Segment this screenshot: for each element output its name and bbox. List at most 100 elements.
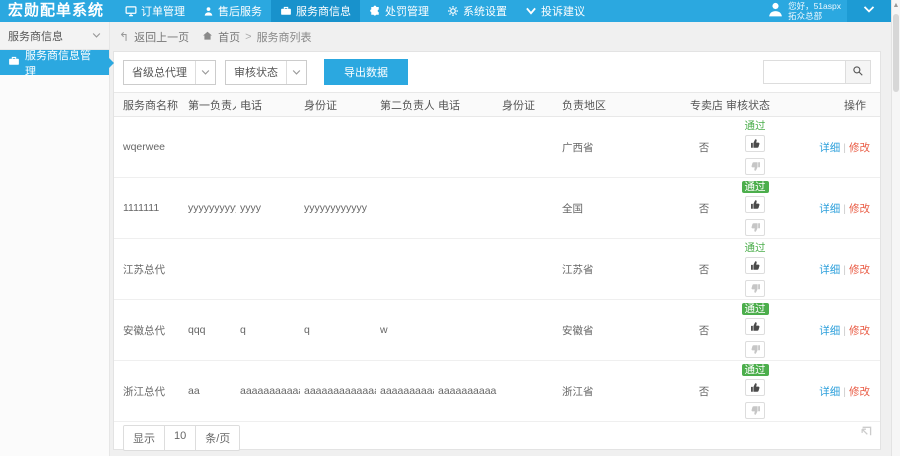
approve-thumb-up-button[interactable] — [745, 134, 765, 152]
export-data-button[interactable]: 导出数据 — [324, 59, 408, 85]
scroll-up-icon[interactable]: ▲ — [892, 0, 900, 12]
first-phone: q — [236, 299, 300, 361]
second-phone — [434, 177, 498, 239]
breadcrumb: ↰ 返回上一页 首页 > 服务商列表 — [110, 22, 891, 51]
reject-thumb-down-button[interactable] — [745, 401, 765, 419]
second-contact: w — [376, 299, 434, 361]
first-idcard — [300, 238, 376, 300]
user-info[interactable]: 您好，51aspx 拓众总部 — [767, 0, 847, 22]
edit-link[interactable]: 修改 — [849, 142, 870, 154]
first-phone — [236, 238, 300, 300]
col-idcard-2: 身份证 — [498, 92, 558, 117]
first-contact — [184, 116, 236, 178]
col-region: 负责地区 — [558, 92, 686, 117]
detail-link[interactable]: 详细 — [819, 203, 840, 215]
second-phone — [434, 116, 498, 178]
col-actions: 操作 — [788, 92, 880, 117]
second-phone — [434, 299, 498, 361]
reject-thumb-down-button[interactable] — [745, 279, 765, 297]
breadcrumb-home[interactable]: 首页 — [218, 29, 240, 45]
search-box — [763, 60, 871, 84]
audit-status-select[interactable]: 审核状态 — [225, 59, 307, 85]
user-greeting: 您好，51aspx — [788, 1, 841, 11]
toolbar: 省级总代理 审核状态 导出数据 — [114, 52, 880, 92]
second-contact: aaaaaaaaaaaaaaaaaaaaaaaaaa — [376, 360, 434, 422]
col-second-contact: 第二负责人 — [376, 92, 434, 117]
col-store: 专卖店 — [686, 92, 722, 117]
reject-thumb-down-button[interactable] — [745, 340, 765, 358]
second-contact — [376, 177, 434, 239]
provider-table: 服务商名称 第一负责人 电话 身份证 第二负责人 电话 身份证 负责地区 专卖店… — [114, 92, 880, 422]
search-icon — [852, 65, 864, 80]
table-row: 江苏总代 江苏省 否 通过 详细 | 修改 — [114, 238, 880, 300]
reject-thumb-down-button[interactable] — [745, 218, 765, 236]
detail-link[interactable]: 详细 — [819, 264, 840, 276]
detail-link[interactable]: 详细 — [819, 325, 840, 337]
thumb-up-icon — [750, 382, 759, 392]
store-flag: 否 — [686, 116, 722, 178]
approve-thumb-up-button[interactable] — [745, 378, 765, 396]
user-org: 拓众总部 — [788, 11, 823, 21]
first-idcard: q — [300, 299, 376, 361]
nav-item-aftersales[interactable]: 售后服务 — [194, 0, 271, 22]
app-window: 宏勋配单系统 订单管理 售后服务 服务商信息 处罚管理 系统设置 投诉建议 您好… — [0, 0, 900, 456]
collapse-corner-icon[interactable] — [857, 424, 872, 442]
return-arrow-icon: ↰ — [119, 29, 130, 44]
approve-thumb-up-button[interactable] — [745, 317, 765, 335]
table-row: 浙江总代 aa aaaaaaaaaa aa aaaaaaaaaa aaaaaaaa … — [114, 360, 880, 422]
thumb-down-icon — [751, 405, 760, 415]
detail-link[interactable]: 详细 — [819, 142, 840, 154]
col-first-contact: 第一负责人 — [184, 92, 236, 117]
user-menu-toggle[interactable] — [847, 0, 891, 22]
thumb-up-icon — [750, 260, 759, 270]
col-phone-2: 电话 — [434, 92, 498, 117]
table-header-row: 服务商名称 第一负责人 电话 身份证 第二负责人 电话 身份证 负责地区 专卖店… — [114, 92, 880, 117]
thumb-up-icon — [750, 138, 759, 148]
store-flag: 否 — [686, 299, 722, 361]
approve-thumb-up-button[interactable] — [745, 195, 765, 213]
scrollbar-thumb[interactable] — [893, 14, 899, 92]
edit-link[interactable]: 修改 — [849, 203, 870, 215]
search-button[interactable] — [845, 60, 871, 84]
edit-link[interactable]: 修改 — [849, 264, 870, 276]
second-contact — [376, 238, 434, 300]
provider-name: 江苏总代 — [114, 238, 184, 300]
back-link[interactable]: ↰ 返回上一页 — [119, 29, 189, 45]
page-size-value[interactable]: 10 — [164, 426, 196, 450]
nav-item-providers[interactable]: 服务商信息 — [271, 0, 360, 22]
first-phone: aaaaaaaaaaaa — [236, 360, 300, 422]
region: 广西省 — [558, 116, 686, 178]
provincial-agent-select[interactable]: 省级总代理 — [123, 59, 216, 85]
second-idcard — [498, 299, 558, 361]
store-flag: 否 — [686, 360, 722, 422]
search-input[interactable] — [763, 60, 845, 84]
puzzle-icon — [369, 5, 381, 17]
store-flag: 否 — [686, 238, 722, 300]
app-logo: 宏勋配单系统 — [8, 2, 105, 19]
first-contact: yyyyyyyyyy — [184, 177, 236, 239]
active-item-arrow — [109, 57, 114, 68]
breadcrumb-separator: > — [245, 30, 252, 43]
avatar-icon — [767, 1, 784, 21]
nav-item-penalty[interactable]: 处罚管理 — [360, 0, 438, 22]
nav-item-feedback[interactable]: 投诉建议 — [516, 0, 594, 22]
region: 浙江省 — [558, 360, 686, 422]
pager-show-label: 显示 — [124, 426, 164, 450]
status-label: 通过 — [741, 180, 769, 193]
thumb-up-icon — [750, 321, 759, 331]
nav-item-settings[interactable]: 系统设置 — [438, 0, 516, 22]
second-idcard — [498, 116, 558, 178]
reject-thumb-down-button[interactable] — [745, 157, 765, 175]
edit-link[interactable]: 修改 — [849, 386, 870, 398]
scrollbar[interactable]: ▲ — [891, 0, 900, 456]
approve-thumb-up-button[interactable] — [745, 256, 765, 274]
table-row: 1111111 yyyyyyyyyy yyyy yyyyyyyyyyyy 全国 … — [114, 177, 880, 239]
sidebar-item-provider-info-mgmt[interactable]: 服务商信息管理 — [0, 50, 114, 78]
edit-link[interactable]: 修改 — [849, 325, 870, 337]
nav-item-orders[interactable]: 订单管理 — [116, 0, 194, 22]
thumb-up-icon — [750, 199, 759, 209]
col-idcard-1: 身份证 — [300, 92, 376, 117]
first-phone — [236, 116, 300, 178]
detail-link[interactable]: 详细 — [819, 386, 840, 398]
chevron-down-icon — [92, 30, 101, 42]
